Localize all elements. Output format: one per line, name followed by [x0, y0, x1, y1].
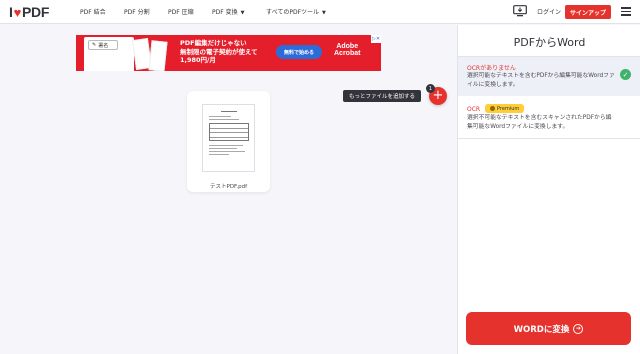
- caret-down-icon: ▼: [322, 10, 326, 16]
- hamburger-menu-icon[interactable]: [621, 7, 631, 16]
- nav-compress-pdf[interactable]: PDF 圧縮: [168, 7, 194, 16]
- check-icon: ✓: [620, 69, 631, 80]
- ad-document-illustration: [148, 40, 168, 71]
- option-description: 選択可能なテキストを含むPDFから編集可能なWordファイルに変換します。: [467, 73, 615, 88]
- option-title: OCR: [467, 106, 481, 113]
- premium-badge: Premium: [485, 104, 525, 113]
- file-name: テストPDF.pdf: [210, 184, 247, 190]
- nav-convert-pdf-dropdown[interactable]: PDF 変換 ▼: [212, 7, 244, 16]
- caret-down-icon: ▼: [240, 10, 245, 16]
- options-sidebar: PDFからWord OCRがありません 選択可能なテキストを含むPDFから編集可…: [457, 25, 640, 354]
- signup-button[interactable]: サインアップ: [565, 5, 611, 19]
- ad-headline: PDF編集だけじゃない 無制限の電子契約が使えて 1,980円/月: [180, 39, 258, 64]
- file-count-badge: 1: [426, 84, 435, 93]
- option-title: OCRがありません: [467, 65, 516, 72]
- nav-split-pdf[interactable]: PDF 分割: [124, 7, 150, 16]
- ad-choices-icon[interactable]: ▷✕: [371, 35, 381, 43]
- pdf-thumbnail: [202, 104, 255, 172]
- option-no-ocr[interactable]: OCRがありません 選択可能なテキストを含むPDFから編集可能なWordファイル…: [458, 57, 640, 96]
- add-more-files-tooltip: もっとファイルを追加する: [343, 90, 421, 102]
- arrow-right-circle-icon: ➔: [573, 323, 584, 334]
- heart-icon: ♥: [13, 4, 22, 20]
- desktop-download-icon[interactable]: [513, 5, 527, 17]
- logo-text-i: I: [9, 4, 13, 20]
- top-navbar: I ♥ PDF PDF 結合 PDF 分割 PDF 圧縮 PDF 変換 ▼ すべてのP…: [0, 0, 640, 24]
- premium-coin-icon: [490, 106, 495, 111]
- pen-icon: ✎: [92, 42, 97, 48]
- file-card[interactable]: テストPDF.pdf: [187, 91, 270, 192]
- nav-merge-pdf[interactable]: PDF 結合: [80, 7, 106, 16]
- logo-text-pdf: PDF: [22, 4, 50, 20]
- adobe-acrobat-logo: Adobe Acrobat: [334, 43, 361, 57]
- ad-cta-button[interactable]: 無料で始める: [276, 45, 322, 59]
- convert-to-word-button[interactable]: WORDに変換 ➔: [466, 312, 631, 345]
- option-description: 選択不可能なテキストを含むスキャンされたPDFから編集可能なWordファイルに変…: [467, 115, 612, 130]
- ad-banner[interactable]: ✎ 署名 PDF編集だけじゃない 無制限の電子契約が使えて 1,980円/月 無料…: [76, 35, 381, 71]
- nav-all-pdf-tools-dropdown[interactable]: すべてのPDFツール ▼: [266, 7, 326, 16]
- login-link[interactable]: ログイン: [537, 7, 561, 16]
- ilovepdf-logo[interactable]: I ♥ PDF: [9, 3, 49, 21]
- ad-sign-badge: ✎ 署名: [88, 40, 118, 50]
- divider: [458, 138, 640, 139]
- sidebar-title: PDFからWord: [513, 36, 586, 49]
